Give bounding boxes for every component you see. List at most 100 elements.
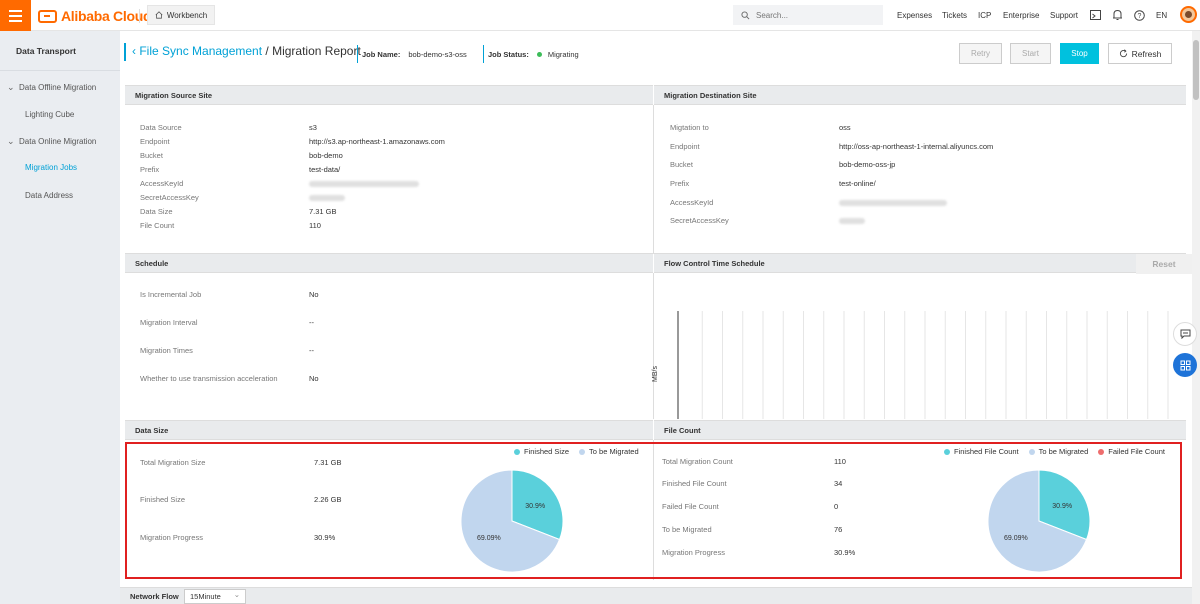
job-status-label: Job Status: [488,49,529,59]
chevron-down-icon: ⌄ [233,590,240,599]
schedule-value: -- [309,346,314,355]
sidebar-item-migration-jobs[interactable]: Migration Jobs [0,156,120,178]
network-flow-bar: Network Flow 15Minute ⌄ [120,587,1192,604]
language-switch[interactable]: EN [1156,0,1167,31]
job-status-text: Migrating [547,49,579,59]
nav-link-expenses[interactable]: Expenses [897,0,932,31]
schedule-value: No [309,374,319,383]
highlight-box [125,442,1182,579]
help-icon[interactable]: ? [1132,8,1146,22]
status-dot-icon [536,51,542,57]
svg-text:?: ? [1137,13,1141,20]
apps-button[interactable] [1173,353,1197,377]
nav-link-support[interactable]: Support [1050,0,1078,31]
sidebar-item-label: Lighting Cube [25,109,75,119]
workbench-label: Workbench [166,10,208,20]
scrollbar-thumb[interactable] [1193,40,1199,100]
sidebar-item-data-online-migration[interactable]: ⌄ Data Online Migration [0,130,120,152]
header-accent-bar [124,43,126,61]
source-value: test-data/ [309,165,341,174]
retry-button[interactable]: Retry [959,43,1002,64]
destination-label: AccessKeyId [670,198,714,207]
job-status-value: Migrating [536,49,579,59]
redacted-value [309,181,419,187]
search-input[interactable] [756,10,866,20]
source-value: 7.31 GB [309,207,337,216]
page-header: ‹ File Sync Management / Migration Repor… [120,31,1192,80]
breadcrumb-link[interactable]: File Sync Management [139,44,262,58]
source-label: Bucket [140,151,163,160]
home-icon [155,11,163,19]
destination-value: test-online/ [839,179,876,188]
source-panel-header: Migration Source Site [125,85,653,105]
divider [139,9,140,23]
feedback-button[interactable] [1173,322,1197,346]
destination-panel-header: Migration Destination Site [654,85,1186,105]
logo[interactable]: Alibaba Cloud [38,6,152,26]
refresh-button[interactable]: Refresh [1108,43,1172,64]
flow-control-chart: MB/s0000:000002:000004:000006:000008:000… [652,311,1169,419]
nav-link-enterprise[interactable]: Enterprise [1003,0,1039,31]
sidebar-item-label: Data Online Migration [19,136,97,146]
source-label: File Count [140,221,175,230]
menu-icon[interactable] [0,0,31,31]
avatar[interactable] [1180,6,1197,23]
source-value: s3 [309,123,317,132]
nav-link-icp[interactable]: ICP [978,0,991,31]
top-bar: Alibaba Cloud Workbench Expenses Tickets… [0,0,1200,31]
search-icon [741,10,750,19]
schedule-label: Whether to use transmission acceleration [140,374,278,383]
source-value: bob-demo [309,151,343,160]
stop-button[interactable]: Stop [1060,43,1099,64]
network-flow-title: Network Flow [130,592,179,601]
source-label: Data Size [140,207,173,216]
flow-control-panel-header: Flow Control Time Schedule [654,253,1186,273]
search-box[interactable] [733,5,883,25]
interval-select[interactable]: 15Minute ⌄ [184,589,246,604]
destination-value: http://oss-ap-northeast-1-internal.aliyu… [839,142,994,151]
file-count-panel-header: File Count [654,420,1186,440]
data-size-panel-header: Data Size [125,420,653,440]
apps-grid-icon [1180,360,1190,370]
destination-value: oss [839,123,851,132]
sidebar-title: Data Transport [16,46,76,56]
sidebar-item-label: Migration Jobs [25,162,78,172]
chevron-down-icon: ⌄ [7,136,15,146]
source-label: Prefix [140,165,160,174]
redacted-value [839,200,947,206]
destination-label: Endpoint [670,142,700,151]
refresh-label: Refresh [1131,48,1162,59]
refresh-icon [1119,49,1127,58]
source-label: Data Source [140,123,182,132]
source-value: http://s3.ap-northeast-1.amazonaws.com [309,137,445,146]
job-name-label: Job Name: [362,49,401,59]
schedule-label: Is Incremental Job [140,290,202,299]
destination-label: Prefix [670,179,690,188]
sidebar-item-data-address[interactable]: Data Address [0,184,120,206]
interval-select-value: 15Minute [190,592,221,601]
nav-link-tickets[interactable]: Tickets [942,0,967,31]
sidebar-divider [0,70,120,71]
workbench-button[interactable]: Workbench [147,5,215,25]
y-axis-label: MB/s [652,366,659,382]
source-label: AccessKeyId [140,179,184,188]
schedule-label: Migration Interval [140,318,198,327]
main-content: ‹ File Sync Management / Migration Repor… [120,31,1192,604]
chevron-down-icon: ⌄ [7,82,15,92]
redacted-value [839,218,865,224]
page-title: Migration Report [272,44,361,58]
sidebar-item-data-offline-migration[interactable]: ⌄ Data Offline Migration [0,76,120,98]
scrollbar[interactable] [1192,31,1200,604]
sidebar-item-lighting-cube[interactable]: Lighting Cube [0,103,120,125]
source-label: Endpoint [140,137,170,146]
redacted-value [309,195,345,201]
source-value: 110 [309,221,321,230]
destination-label: Bucket [670,160,693,169]
reset-button[interactable]: Reset [1136,254,1192,274]
job-name-field: Job Name: bob-demo-s3-oss [357,45,467,63]
bell-icon[interactable] [1110,8,1124,22]
start-button[interactable]: Start [1010,43,1051,64]
destination-value: bob-demo-oss-jp [839,160,896,169]
message-icon[interactable] [1088,8,1102,22]
schedule-panel-header: Schedule [125,253,653,273]
